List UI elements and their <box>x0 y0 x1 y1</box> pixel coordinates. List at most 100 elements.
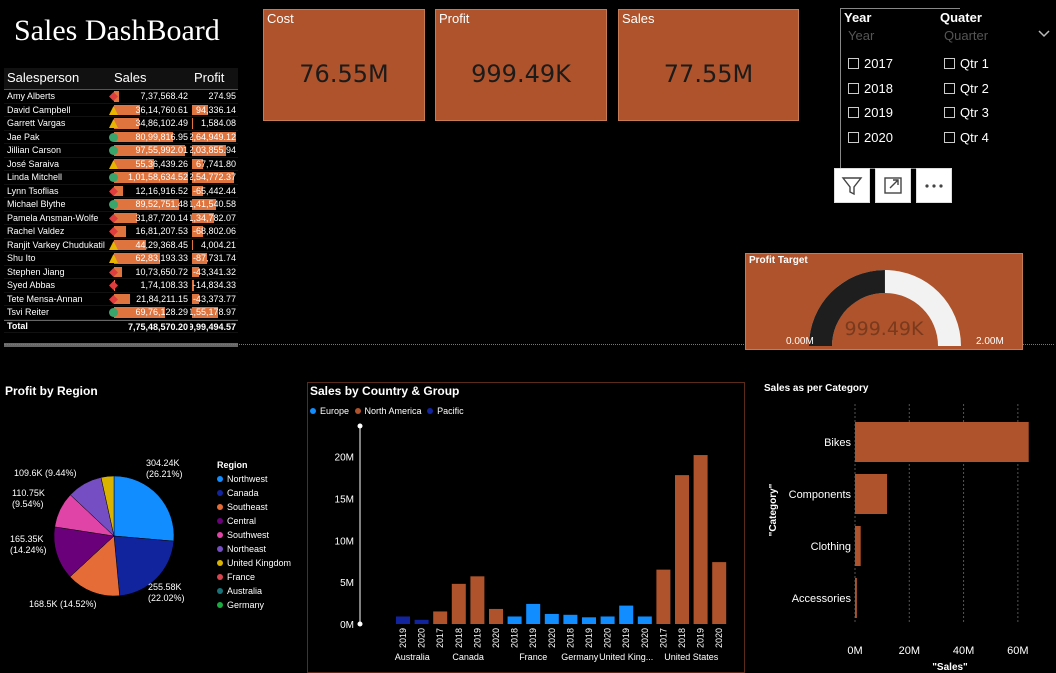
legend-item[interactable]: Canada <box>217 486 291 500</box>
column-bar[interactable] <box>675 475 689 624</box>
checkbox[interactable] <box>848 107 859 118</box>
legend-item[interactable]: Germany <box>217 598 291 612</box>
cost-card[interactable]: Cost 76.55M <box>263 9 425 121</box>
table-row[interactable]: Jillian Carson 97,55,992.01 2,03,855.94 <box>4 144 238 158</box>
year-option[interactable]: 2018 <box>848 77 893 102</box>
card-value: 76.55M <box>299 60 389 88</box>
category-bar[interactable] <box>855 474 888 514</box>
x-tick-year: 2020 <box>640 628 650 648</box>
quarter-option[interactable]: Qtr 1 <box>944 52 989 77</box>
column-bar[interactable] <box>693 455 708 624</box>
column-bar[interactable] <box>470 576 485 624</box>
legend-dot <box>427 408 434 414</box>
more-options-icon[interactable] <box>916 168 952 203</box>
column-bar[interactable] <box>489 608 503 624</box>
table-row[interactable]: Shu Ito 62,83,193.33 -87,731.74 <box>4 252 238 266</box>
column-header-profit[interactable]: Profit <box>190 70 238 89</box>
year-option[interactable]: 2017 <box>848 52 893 77</box>
year-search[interactable]: Year <box>848 28 874 43</box>
table-row[interactable]: Tete Mensa-Annan 21,84,211.15 -43,373.77 <box>4 293 238 306</box>
cell-profit: -87,731.74 <box>190 252 238 265</box>
column-bar[interactable] <box>619 605 634 624</box>
quarter-option[interactable]: Qtr 3 <box>944 101 989 126</box>
column-bar[interactable] <box>396 616 410 624</box>
category-bar[interactable] <box>855 422 1029 462</box>
table-row[interactable]: Syed Abbas 1,74,108.33 -14,834.33 <box>4 279 238 293</box>
table-row[interactable]: David Campbell 36,14,760.61 94,336.14 <box>4 104 238 117</box>
year-option[interactable]: 2020 <box>848 126 893 151</box>
sales-card[interactable]: Sales 77.55M <box>618 9 799 121</box>
table-row[interactable]: Lynn Tsoflias 12,16,916.52 -65,442.44 <box>4 185 238 198</box>
profit-target-gauge[interactable]: Profit Target 999.49K 0.00M 2.00M <box>745 253 1023 350</box>
checkbox[interactable] <box>944 131 955 143</box>
column-bar[interactable] <box>600 616 615 624</box>
sales-by-category-chart[interactable]: 0M 20M 40M 60M Bikes Components Clothing Access… <box>750 396 1050 673</box>
column-bar[interactable] <box>451 583 466 624</box>
profit-value: 67,741.80 <box>195 158 236 169</box>
focus-mode-icon[interactable] <box>875 168 911 203</box>
cell-salesperson: Tsvi Reiter <box>7 307 50 318</box>
year-option[interactable]: 2019 <box>848 101 893 126</box>
column-bar[interactable] <box>563 614 578 624</box>
legend-item[interactable]: Northeast <box>217 542 291 556</box>
table-row[interactable]: Stephen Jiang 10,73,650.72 -43,341.32 <box>4 266 238 279</box>
pie-slice[interactable] <box>113 475 175 542</box>
column-bar[interactable] <box>433 611 448 624</box>
checkbox[interactable] <box>848 131 859 143</box>
column-bar[interactable] <box>637 616 652 624</box>
column-bar[interactable] <box>414 619 429 624</box>
table-row[interactable]: Pamela Ansman-Wolfe 31,87,720.14 1,34,782.… <box>4 212 238 225</box>
table-row[interactable]: José Saraiva 55,36,439.26 67,741.80 <box>4 158 238 171</box>
column-bar[interactable] <box>507 616 522 624</box>
legend-item[interactable]: France <box>217 570 291 584</box>
filter-icon[interactable] <box>834 168 870 203</box>
year-quarter-slicer[interactable]: Year Year 2017 2018 2019 2020 Quater Qua… <box>840 8 1050 173</box>
category-bar[interactable] <box>855 578 857 618</box>
cell-profit: -43,373.77 <box>190 293 238 306</box>
chevron-down-icon[interactable] <box>1038 26 1050 42</box>
legend-item[interactable]: United Kingdom <box>217 556 291 570</box>
profit-value: -87,731.74 <box>192 253 236 263</box>
x-tick-year: 2018 <box>677 628 687 648</box>
table-row[interactable]: Tsvi Reiter 69,76,128.29 1,55,178.97 <box>4 306 238 320</box>
legend-item[interactable]: Australia <box>217 584 291 598</box>
column-header-sales[interactable]: Sales <box>110 70 190 89</box>
legend-item[interactable]: Southwest <box>217 528 291 542</box>
table-row[interactable]: Ranjit Varkey Chudukatil 44,29,368.45 4,00… <box>4 239 238 252</box>
checkbox[interactable] <box>848 58 859 69</box>
column-bar[interactable] <box>656 569 671 624</box>
category-bar[interactable] <box>855 526 861 566</box>
checkbox[interactable] <box>848 82 859 94</box>
pie-chart-title: Profit by Region <box>5 384 98 398</box>
checkbox[interactable] <box>944 58 955 69</box>
table-row[interactable]: Linda Mitchell 1,01,58,634.52 2,54,772.37 <box>4 171 238 185</box>
legend-item[interactable]: Northwest <box>217 472 291 486</box>
checkbox[interactable] <box>944 107 955 118</box>
column-bar[interactable] <box>526 603 541 624</box>
legend-item[interactable]: Southeast <box>217 500 291 514</box>
column-bar[interactable] <box>582 617 596 624</box>
table-row[interactable]: Amy Alberts 7,37,568.42 274.95 <box>4 90 238 104</box>
salesperson-table[interactable]: Salesperson Sales Profit Amy Alberts 7,37… <box>4 68 238 340</box>
quarter-option[interactable]: Qtr 2 <box>944 77 989 102</box>
legend-item[interactable]: Central <box>217 514 291 528</box>
column-bar[interactable] <box>712 562 727 624</box>
cell-salesperson: Rachel Valdez <box>7 226 65 237</box>
cell-salesperson: Pamela Ansman-Wolfe <box>7 212 99 223</box>
quarter-search[interactable]: Quarter <box>944 28 988 43</box>
cell-profit: 2,54,772.37 <box>190 171 238 184</box>
cell-profit: 274.95 <box>190 90 238 103</box>
table-row[interactable]: Rachel Valdez 16,81,207.53 -68,802.06 <box>4 225 238 239</box>
table-row[interactable]: Garrett Vargas 34,86,102.49 1,584.08 <box>4 117 238 131</box>
zoom-handle-top[interactable] <box>357 423 363 429</box>
column-header-salesperson[interactable]: Salesperson <box>4 70 110 89</box>
sales-by-country-chart[interactable]: 0M 5M 10M 15M 20M 2019 2020 2017 2018 2019 2020 201… <box>308 418 744 672</box>
table-row[interactable]: Michael Blythe 89,52,751.48 1,41,540.58 <box>4 198 238 212</box>
quarter-option[interactable]: Qtr 4 <box>944 126 989 151</box>
zoom-handle-bottom[interactable] <box>357 621 363 627</box>
column-bar[interactable] <box>544 613 559 624</box>
table-row[interactable]: Jae Pak 80,99,816.95 2,64,949.12 <box>4 131 238 144</box>
profit-card[interactable]: Profit 999.49K <box>435 9 607 121</box>
x-tick-year: 2018 <box>565 628 575 648</box>
checkbox[interactable] <box>944 82 955 94</box>
